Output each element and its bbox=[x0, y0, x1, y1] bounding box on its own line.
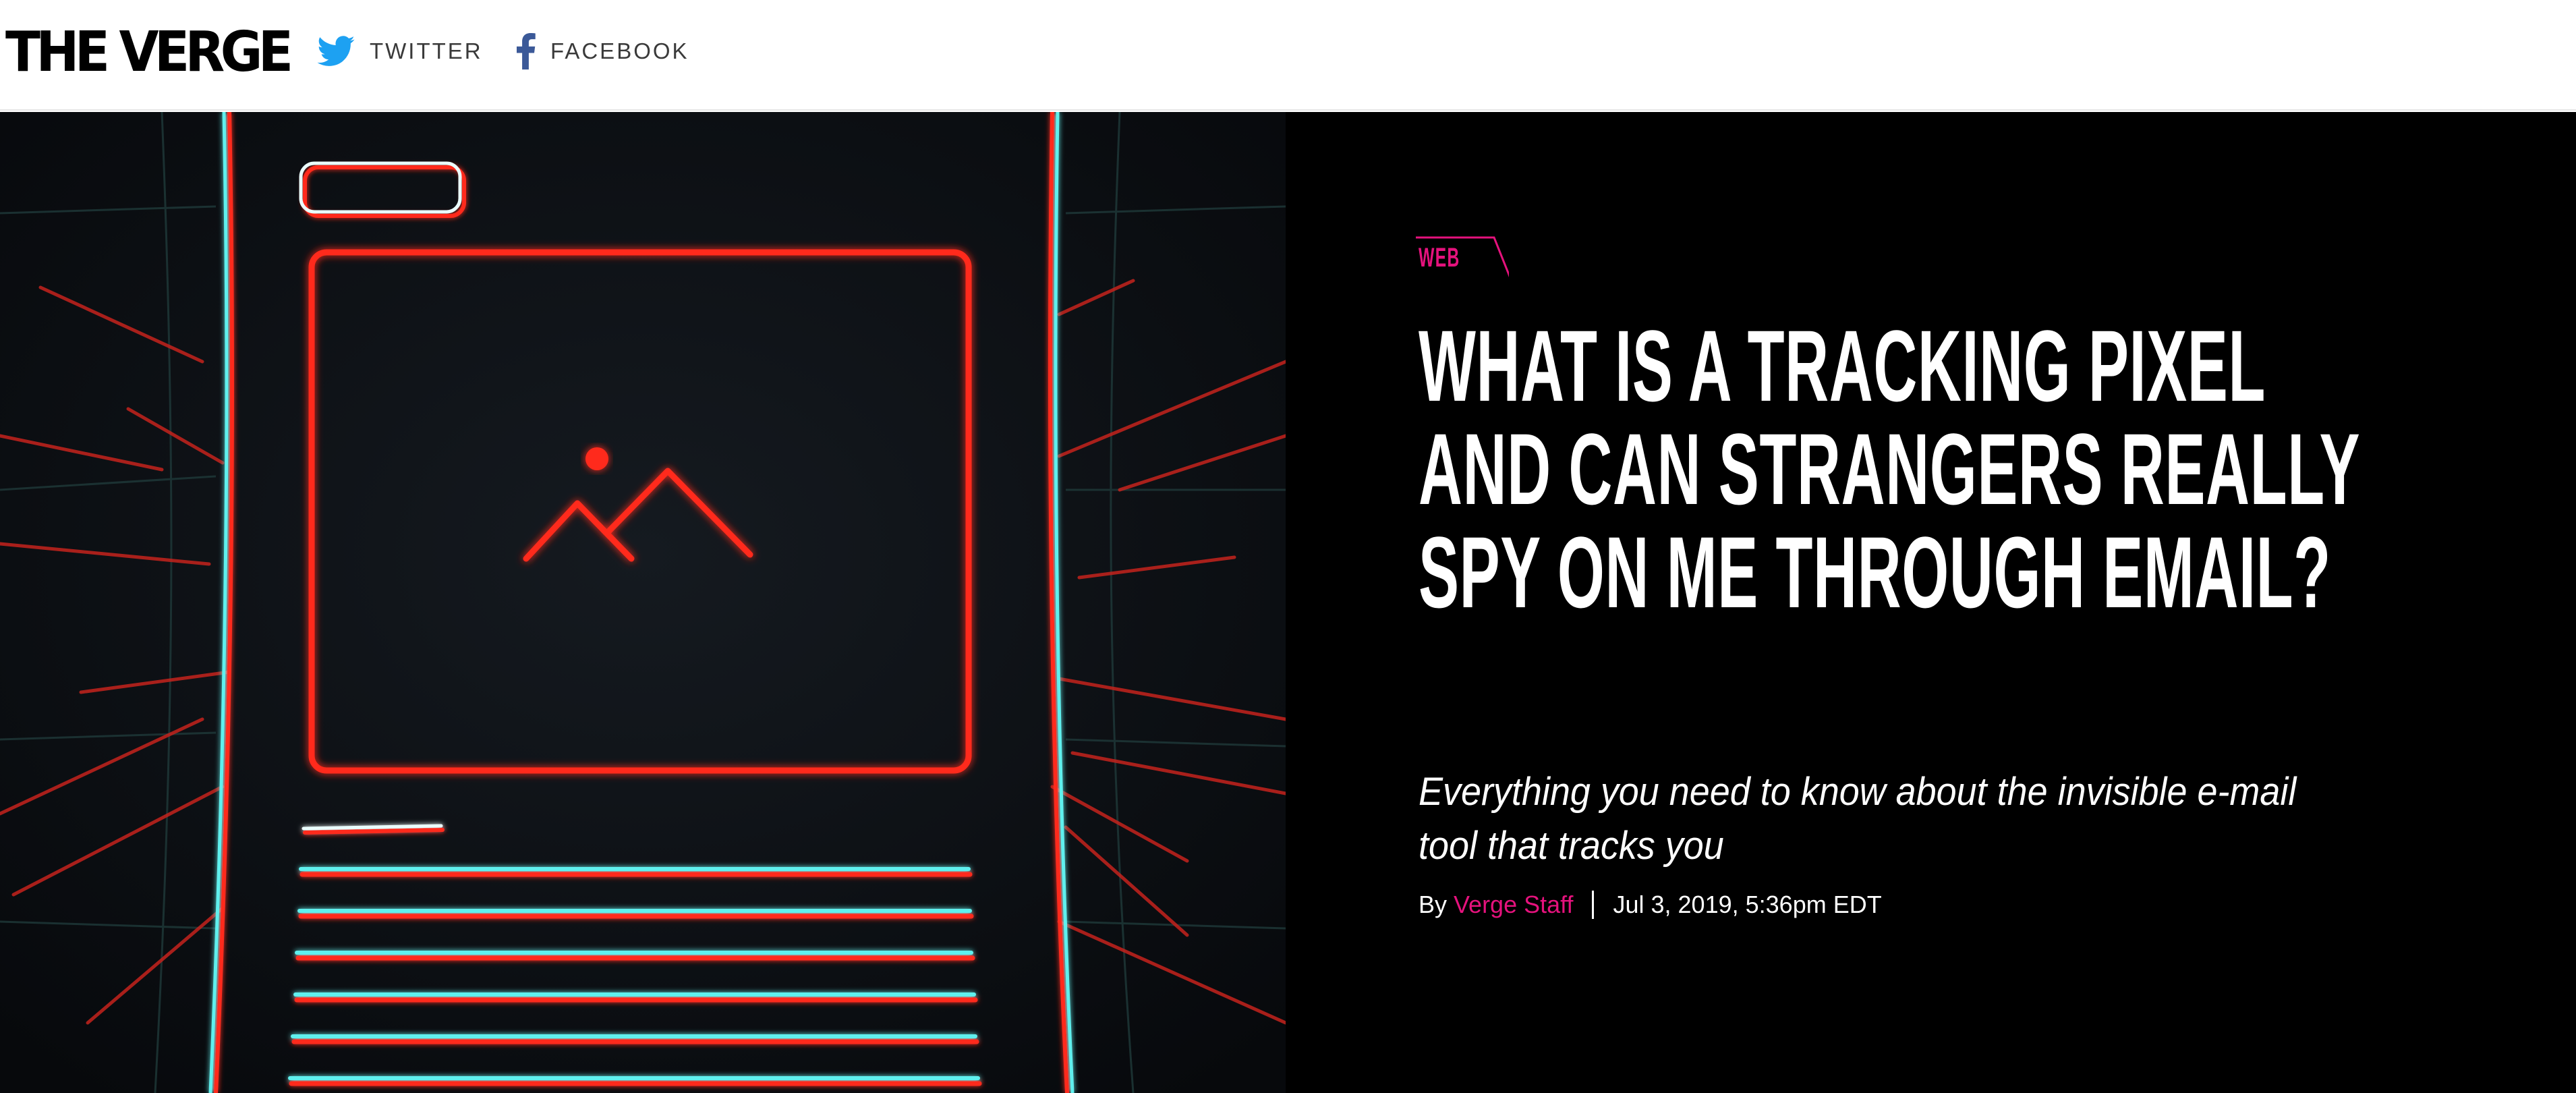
logo-wordmark: THE VERGE bbox=[5, 20, 293, 84]
byline-prefix: By bbox=[1419, 891, 1448, 918]
facebook-share-link[interactable]: FACEBOOK bbox=[515, 32, 689, 70]
byline-divider bbox=[1592, 891, 1595, 919]
category-label: WEB bbox=[1419, 243, 1460, 273]
email-tracking-pixel-illustration bbox=[0, 112, 1286, 1093]
author-link[interactable]: Verge Staff bbox=[1454, 891, 1573, 919]
article-dek: Everything you need to know about the in… bbox=[1419, 770, 2297, 868]
byline: By Verge Staff Jul 3, 2019, 5:36pm EDT bbox=[1419, 891, 1882, 919]
article-hero: WEB WHAT IS A TRACKING PIXEL AND CAN STR… bbox=[0, 112, 2576, 1093]
facebook-label: FACEBOOK bbox=[550, 38, 689, 63]
twitter-share-link[interactable]: TWITTER bbox=[317, 32, 483, 70]
site-header: THE VERGE TWITTER FACEBOOK bbox=[0, 0, 2576, 111]
publish-timestamp: Jul 3, 2019, 5:36pm EDT bbox=[1613, 891, 1882, 918]
site-logo[interactable]: THE VERGE bbox=[5, 20, 310, 84]
facebook-f-icon bbox=[515, 33, 536, 69]
twitter-label: TWITTER bbox=[370, 38, 483, 63]
twitter-bird-icon bbox=[317, 36, 355, 67]
article-title: WHAT IS A TRACKING PIXEL AND CAN STRANGE… bbox=[1419, 309, 2359, 629]
